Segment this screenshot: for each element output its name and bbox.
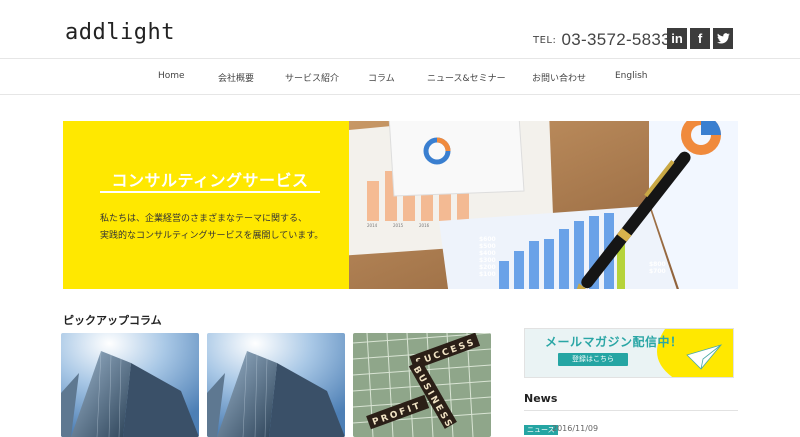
facebook-label: f [697,31,703,46]
main-nav: Home 会社概要 サービス紹介 コラム ニュース&セミナー お問い合わせ En… [0,58,800,95]
social-links: in f [667,28,733,49]
scrabble-board-photo: SUCCESS BUSINESS PROFIT [353,333,491,437]
hero-description: 私たちは、企業経営のさまざまなテーマに関する、 実践的なコンサルティングサービス… [100,211,340,245]
news-heading: News [524,392,558,405]
hero-photo: 2014 2015 2016 2017 2018 2019 [349,121,738,289]
banner-title: メールマガジン配信中！ [545,335,683,349]
news-divider [524,410,738,411]
register-button[interactable]: 登録はこちら [558,353,628,366]
nav-english[interactable]: English [615,71,648,81]
hero-text-panel: コンサルティングサービス 私たちは、企業経営のさまざまなテーマに関する、 実践的… [63,121,349,289]
nav-company[interactable]: 会社概要 [218,71,254,84]
nav-news-seminar[interactable]: ニュース&セミナー [427,71,506,84]
price-label: $200 [479,264,496,271]
skyscraper-photo [61,333,199,437]
mail-magazine-banner[interactable]: メールマガジン配信中！ 登録はこちら [524,328,734,378]
column-thumbnail[interactable] [207,333,345,437]
price-label: $800 [649,261,666,268]
tel-number: 03-3572-5833 [561,30,671,49]
tel-label: TEL: [533,35,557,46]
business-charts-photo: 2014 2015 2016 2017 2018 2019 [349,121,738,289]
chart-year-label: 2014 [367,223,378,228]
nav-column[interactable]: コラム [368,71,395,84]
skyscraper-photo [207,333,345,437]
site-logo[interactable]: addlight [65,20,175,45]
hero-title-box: コンサルティングサービス [100,165,320,195]
price-label: $300 [479,257,496,264]
phone-number: TEL: 03-3572-5833 [533,30,671,50]
pickup-column-title: ピックアップコラム [63,314,162,327]
nav-home[interactable]: Home [158,71,185,81]
facebook-icon[interactable]: f [690,28,710,49]
site-header: addlight TEL: 03-3572-5833 in f [0,0,800,58]
column-thumbnail[interactable] [61,333,199,437]
linkedin-label: in [671,31,683,46]
price-label: $700 [649,268,666,275]
linkedin-icon[interactable]: in [667,28,687,49]
column-thumbnail[interactable]: SUCCESS BUSINESS PROFIT [353,333,491,437]
price-label: $600 [479,236,496,243]
twitter-icon[interactable] [713,28,733,49]
hero-banner[interactable]: コンサルティングサービス 私たちは、企業経営のさまざまなテーマに関する、 実践的… [63,121,738,289]
price-label: $400 [479,250,496,257]
price-label: $100 [479,271,496,278]
hero-title: コンサルティングサービス [111,171,309,190]
news-date: 2016/11/09 [552,424,599,433]
chart-year-label: 2016 [419,223,430,228]
hero-title-underline [100,191,320,193]
hero-desc-line-1: 私たちは、企業経営のさまざまなテーマに関する、 [100,214,308,224]
price-label: $500 [479,243,496,250]
nav-contact[interactable]: お問い合わせ [532,71,586,84]
nav-services[interactable]: サービス紹介 [285,71,339,84]
hero-desc-line-2: 実践的なコンサルティングサービスを展開しています。 [100,231,324,241]
twitter-bird-icon [716,33,730,44]
chart-year-label: 2015 [393,223,404,228]
